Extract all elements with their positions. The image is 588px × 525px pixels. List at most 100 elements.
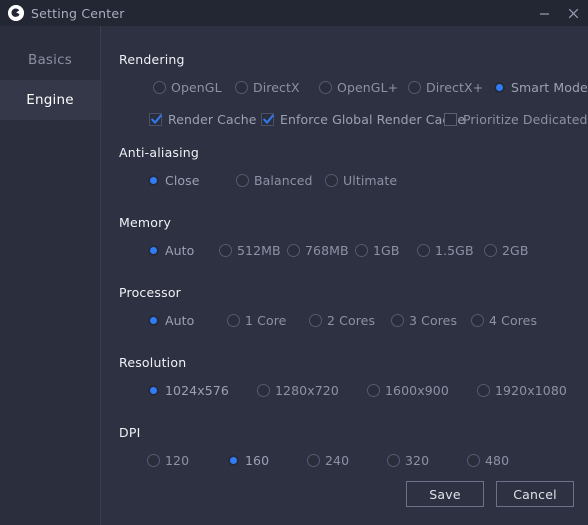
radio-unselected-icon[interactable] — [147, 453, 160, 467]
radio-unselected-icon[interactable] — [417, 243, 430, 257]
radio-unselected-icon[interactable] — [471, 313, 484, 327]
radio-option-480[interactable]: 480 — [467, 448, 509, 472]
radio-unselected-icon[interactable] — [319, 80, 332, 94]
checkbox-option-prioritize-dedicated-gpu[interactable]: Prioritize Dedicated GPU — [444, 107, 588, 131]
save-button[interactable]: Save — [406, 481, 484, 507]
checkbox-checked-icon[interactable] — [261, 112, 274, 126]
radio-option-1gb[interactable]: 1GB — [355, 238, 400, 262]
radio-unselected-icon[interactable] — [235, 80, 248, 94]
option-label: DirectX — [253, 79, 300, 95]
cancel-button[interactable]: Cancel — [496, 481, 574, 507]
radio-option-1-5gb[interactable]: 1.5GB — [417, 238, 474, 262]
option-label: 240 — [325, 452, 350, 468]
option-label: 1600x900 — [385, 382, 449, 398]
radio-unselected-icon[interactable] — [287, 243, 300, 257]
radio-option-balanced[interactable]: Balanced — [236, 168, 313, 192]
option-label: 2 Cores — [327, 312, 376, 328]
radio-unselected-icon[interactable] — [387, 453, 400, 467]
radio-option-smart-mode[interactable]: Smart Mode — [493, 75, 588, 99]
radio-option-auto[interactable]: Auto — [147, 238, 194, 262]
radio-selected-icon[interactable] — [147, 243, 160, 257]
radio-unselected-icon[interactable] — [309, 313, 322, 327]
minimize-button[interactable] — [530, 0, 559, 26]
radio-unselected-icon[interactable] — [307, 453, 320, 467]
option-label: 3 Cores — [409, 312, 458, 328]
sidebar: Basics Engine — [0, 26, 101, 525]
radio-unselected-icon[interactable] — [325, 173, 338, 187]
option-row: 120 160 240 320 480 — [119, 448, 574, 472]
footer-buttons: Save Cancel — [406, 481, 574, 507]
option-label: 120 — [165, 452, 190, 468]
radio-option-2-cores[interactable]: 2 Cores — [309, 308, 375, 332]
radio-option-240[interactable]: 240 — [307, 448, 349, 472]
radio-unselected-icon[interactable] — [153, 80, 166, 94]
radio-option-512mb[interactable]: 512MB — [219, 238, 281, 262]
radio-unselected-icon[interactable] — [367, 383, 380, 397]
section-title: Rendering — [119, 52, 185, 67]
checkbox-checked-icon[interactable] — [149, 112, 162, 126]
close-button[interactable] — [559, 0, 588, 26]
checkbox-option-enforce-global-render-cache[interactable]: Enforce Global Render Cache — [261, 107, 465, 131]
window-body: Basics Engine Rendering OpenGL DirectX Open… — [0, 26, 588, 525]
option-label: DirectX+ — [426, 79, 484, 95]
radio-option-1280x720[interactable]: 1280x720 — [257, 378, 339, 402]
option-row: Close Balanced Ultimate — [119, 168, 574, 192]
option-label: 1024x576 — [165, 382, 229, 398]
settings-content: Rendering OpenGL DirectX OpenGL+ DirectX+ Sma… — [101, 26, 588, 525]
radio-unselected-icon[interactable] — [236, 173, 249, 187]
radio-unselected-icon[interactable] — [355, 243, 368, 257]
radio-option-directx[interactable]: DirectX — [235, 75, 300, 99]
checkbox-unchecked-icon[interactable] — [444, 112, 457, 126]
radio-option-1024x576[interactable]: 1024x576 — [147, 378, 229, 402]
radio-selected-icon[interactable] — [227, 453, 240, 467]
radio-option-3-cores[interactable]: 3 Cores — [391, 308, 457, 332]
radio-unselected-icon[interactable] — [484, 243, 497, 257]
option-label: 2GB — [502, 242, 529, 258]
radio-selected-icon[interactable] — [147, 173, 160, 187]
option-label: 4 Cores — [489, 312, 538, 328]
radio-option-close[interactable]: Close — [147, 168, 200, 192]
radio-option-opengl[interactable]: OpenGL+ — [319, 75, 398, 99]
radio-unselected-icon[interactable] — [477, 383, 490, 397]
radio-option-120[interactable]: 120 — [147, 448, 189, 472]
radio-unselected-icon[interactable] — [219, 243, 232, 257]
radio-option-2gb[interactable]: 2GB — [484, 238, 529, 262]
section-title: Memory — [119, 215, 172, 230]
radio-unselected-icon[interactable] — [467, 453, 480, 467]
radio-option-ultimate[interactable]: Ultimate — [325, 168, 397, 192]
radio-option-768mb[interactable]: 768MB — [287, 238, 349, 262]
option-label: 1GB — [373, 242, 400, 258]
radio-option-160[interactable]: 160 — [227, 448, 269, 472]
section-title: Resolution — [119, 355, 187, 370]
option-label: 1920x1080 — [495, 382, 567, 398]
option-row: OpenGL DirectX OpenGL+ DirectX+ Smart Mode — [119, 75, 588, 99]
sidebar-item-basics[interactable]: Basics — [0, 40, 100, 80]
radio-option-auto[interactable]: Auto — [147, 308, 194, 332]
radio-option-1600x900[interactable]: 1600x900 — [367, 378, 449, 402]
sidebar-item-engine[interactable]: Engine — [0, 80, 100, 120]
section-resolution: Resolution 1024x576 1280x720 1600x900 1920x1… — [119, 355, 574, 402]
radio-option-1-core[interactable]: 1 Core — [227, 308, 286, 332]
option-label: OpenGL+ — [337, 79, 399, 95]
option-label: Balanced — [254, 172, 313, 188]
radio-unselected-icon[interactable] — [391, 313, 404, 327]
radio-unselected-icon[interactable] — [257, 383, 270, 397]
checkbox-option-render-cache[interactable]: Render Cache — [149, 107, 257, 131]
radio-selected-icon[interactable] — [493, 80, 506, 94]
title-bar: Setting Center — [0, 0, 588, 26]
radio-option-opengl[interactable]: OpenGL — [153, 75, 222, 99]
radio-selected-icon[interactable] — [147, 313, 160, 327]
radio-unselected-icon[interactable] — [408, 80, 421, 94]
radio-selected-icon[interactable] — [147, 383, 160, 397]
option-label: 1280x720 — [275, 382, 339, 398]
radio-option-directx[interactable]: DirectX+ — [408, 75, 483, 99]
radio-option-320[interactable]: 320 — [387, 448, 429, 472]
window-controls — [530, 0, 588, 26]
radio-option-1920x1080[interactable]: 1920x1080 — [477, 378, 567, 402]
option-label: Close — [165, 172, 200, 188]
radio-option-4-cores[interactable]: 4 Cores — [471, 308, 537, 332]
option-label: Auto — [165, 242, 195, 258]
option-label: Ultimate — [343, 172, 398, 188]
radio-unselected-icon[interactable] — [227, 313, 240, 327]
window-title: Setting Center — [31, 5, 125, 21]
